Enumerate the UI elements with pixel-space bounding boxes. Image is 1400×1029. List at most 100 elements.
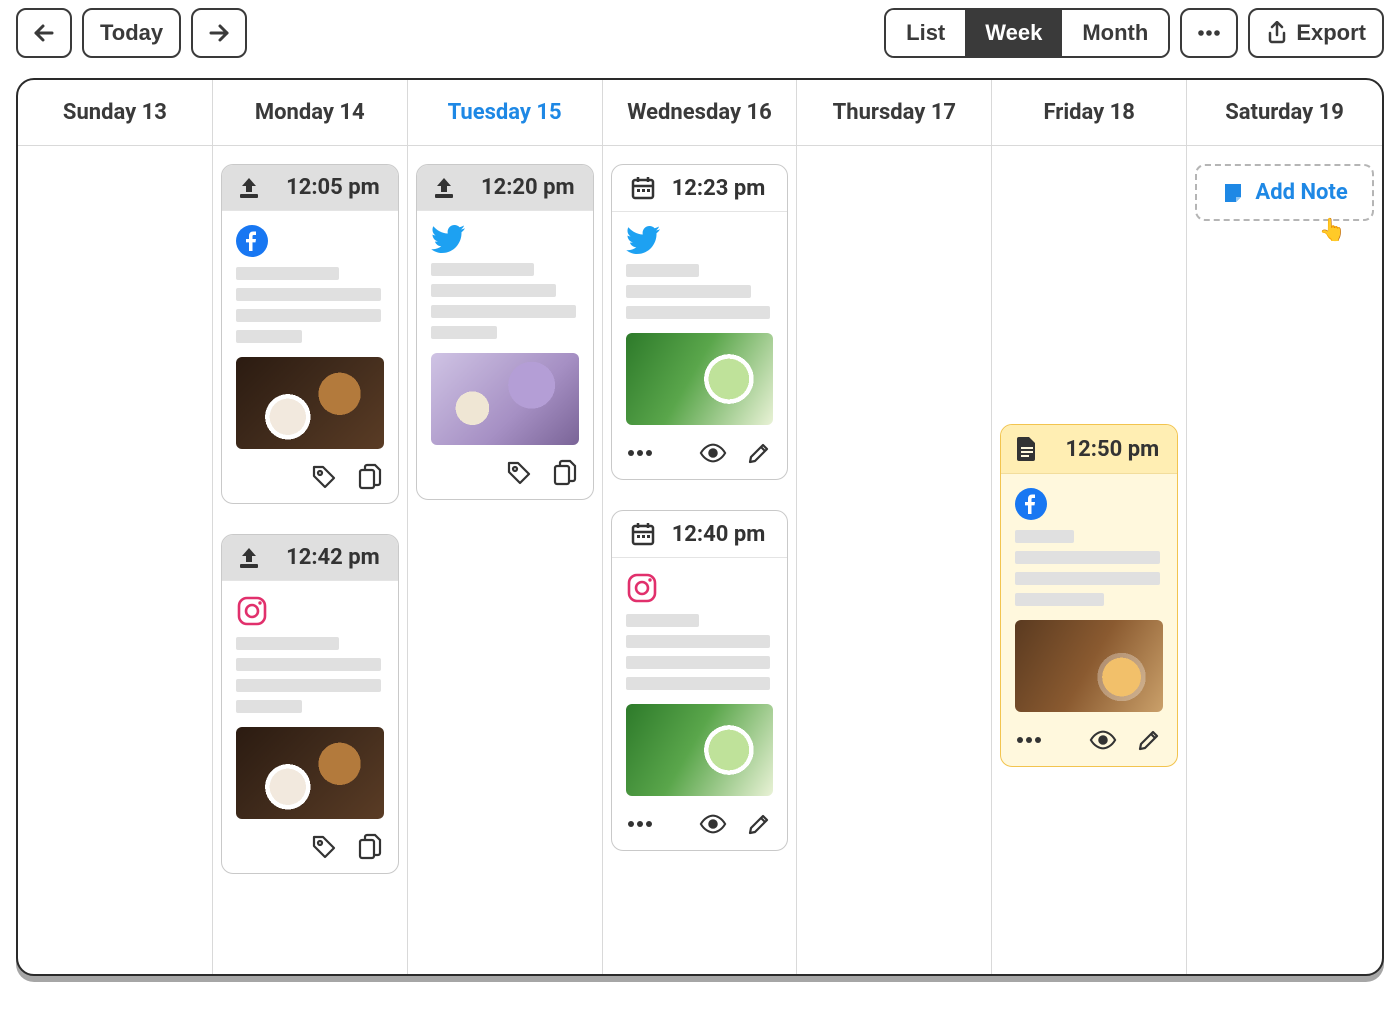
day-header: Tuesday 15 <box>408 80 603 146</box>
instagram-icon <box>626 572 774 604</box>
day-column: 12:05 pm 12:42 pm <box>213 146 408 974</box>
card-actions <box>1001 716 1177 766</box>
more-icon[interactable] <box>626 439 654 467</box>
edit-icon[interactable] <box>1135 726 1163 754</box>
eye-icon[interactable] <box>699 810 727 838</box>
card-time: 12:05 pm <box>286 175 384 200</box>
add-note-label: Add Note <box>1255 180 1347 205</box>
card-time: 12:23 pm <box>672 176 770 201</box>
card-body <box>222 581 398 823</box>
more-icon[interactable] <box>1015 726 1043 754</box>
post-card[interactable]: 12:23 pm <box>611 164 789 480</box>
card-actions <box>222 453 398 503</box>
day-header: Wednesday 16 <box>603 80 798 146</box>
card-body <box>1001 474 1177 716</box>
card-header: 12:42 pm <box>222 535 398 581</box>
post-card[interactable]: 12:40 pm <box>611 510 789 851</box>
facebook-icon <box>1015 488 1163 520</box>
export-icon <box>1266 21 1288 45</box>
card-body <box>222 211 398 453</box>
content-placeholder <box>236 637 384 713</box>
card-header: 12:23 pm <box>612 165 788 212</box>
content-placeholder <box>1015 530 1163 606</box>
calendar-icon <box>630 175 656 201</box>
toolbar: Today List Week Month Export <box>16 8 1384 58</box>
card-time: 12:40 pm <box>672 522 770 547</box>
post-card[interactable]: 12:42 pm <box>221 534 399 874</box>
more-button[interactable] <box>1180 8 1238 58</box>
card-time: 12:20 pm <box>481 175 579 200</box>
card-header: 12:40 pm <box>612 511 788 558</box>
post-card[interactable]: 12:05 pm <box>221 164 399 504</box>
day-column: 12:23 pm 12:40 pm <box>603 146 798 974</box>
post-card[interactable]: 12:50 pm <box>1000 424 1178 767</box>
card-thumbnail <box>236 357 384 449</box>
copy-icon[interactable] <box>551 459 579 487</box>
day-column: 12:50 pm <box>992 146 1187 974</box>
card-thumbnail <box>431 353 579 445</box>
twitter-icon <box>431 225 579 253</box>
tag-icon[interactable] <box>310 463 338 491</box>
card-actions <box>612 429 788 479</box>
card-thumbnail <box>626 333 774 425</box>
eye-icon[interactable] <box>1089 726 1117 754</box>
cursor-hand-icon: 👆 <box>1319 218 1346 243</box>
view-list-button[interactable]: List <box>886 10 965 56</box>
calendar-header: Sunday 13Monday 14Tuesday 15Wednesday 16… <box>18 80 1382 146</box>
copy-icon[interactable] <box>356 463 384 491</box>
calendar-icon <box>630 521 656 547</box>
card-time: 12:42 pm <box>286 545 384 570</box>
twitter-icon <box>626 226 774 254</box>
tag-icon[interactable] <box>310 833 338 861</box>
arrow-left-icon <box>32 21 56 45</box>
view-month-button[interactable]: Month <box>1062 10 1168 56</box>
export-button[interactable]: Export <box>1248 8 1384 58</box>
upload-icon <box>236 546 262 570</box>
eye-icon[interactable] <box>699 439 727 467</box>
content-placeholder <box>431 263 579 339</box>
day-header: Monday 14 <box>213 80 408 146</box>
edit-icon[interactable] <box>745 810 773 838</box>
day-column: 12:20 pm <box>408 146 603 974</box>
card-thumbnail <box>236 727 384 819</box>
card-body <box>612 558 788 800</box>
card-header: 12:05 pm <box>222 165 398 211</box>
export-label: Export <box>1296 20 1366 46</box>
day-header: Saturday 19 <box>1187 80 1382 146</box>
card-thumbnail <box>626 704 774 796</box>
post-card[interactable]: 12:20 pm <box>416 164 594 500</box>
card-header: 12:20 pm <box>417 165 593 211</box>
card-actions <box>417 449 593 499</box>
arrow-right-icon <box>207 21 231 45</box>
day-column <box>797 146 992 974</box>
day-header: Friday 18 <box>992 80 1187 146</box>
ellipsis-icon <box>1196 28 1222 38</box>
add-note-button[interactable]: Add Note👆 <box>1195 164 1374 221</box>
edit-icon[interactable] <box>745 439 773 467</box>
next-week-button[interactable] <box>191 8 247 58</box>
copy-icon[interactable] <box>356 833 384 861</box>
card-body <box>612 212 788 429</box>
card-actions <box>612 800 788 850</box>
prev-week-button[interactable] <box>16 8 72 58</box>
day-header: Thursday 17 <box>797 80 992 146</box>
content-placeholder <box>626 264 774 319</box>
upload-icon <box>431 176 457 200</box>
more-icon[interactable] <box>626 810 654 838</box>
today-button[interactable]: Today <box>82 8 181 58</box>
day-header: Sunday 13 <box>18 80 213 146</box>
content-placeholder <box>236 267 384 343</box>
instagram-icon <box>236 595 384 627</box>
view-week-button[interactable]: Week <box>965 10 1062 56</box>
card-body <box>417 211 593 449</box>
document-icon <box>1015 435 1039 463</box>
day-column <box>18 146 213 974</box>
view-toggle: List Week Month <box>884 8 1170 58</box>
content-placeholder <box>626 614 774 690</box>
calendar: Sunday 13Monday 14Tuesday 15Wednesday 16… <box>16 78 1384 976</box>
calendar-body: 12:05 pm 12:42 pm 12:20 pm 12:23 pm 12:40 pm… <box>18 146 1382 974</box>
tag-icon[interactable] <box>505 459 533 487</box>
card-thumbnail <box>1015 620 1163 712</box>
card-time: 12:50 pm <box>1066 437 1164 462</box>
card-header: 12:50 pm <box>1001 425 1177 474</box>
